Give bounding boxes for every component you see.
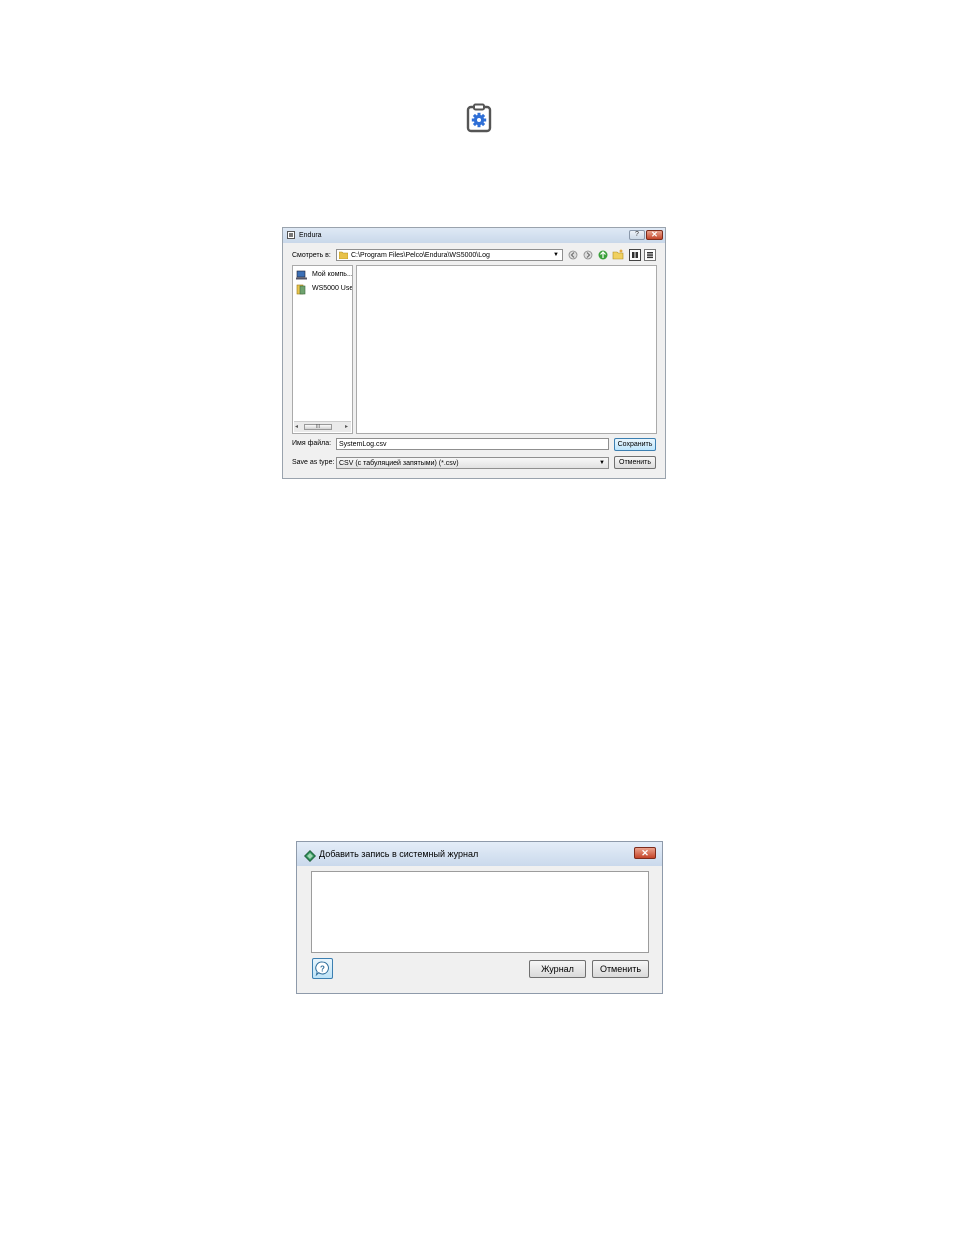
new-folder-icon[interactable] (612, 249, 624, 261)
forward-icon[interactable] (582, 249, 594, 261)
cancel-button[interactable]: Отменить (614, 456, 656, 469)
help-icon: ? (315, 961, 330, 981)
save-file-dialog: Endura ? ✕ Смотреть в: C:\Program Files\… (282, 227, 666, 479)
sidebar-item-label: WS5000 Use (312, 285, 353, 292)
horizontal-scrollbar[interactable]: ◂ III ▸ (294, 421, 351, 432)
dialog-title: Добавить запись в системный журнал (319, 849, 479, 859)
look-in-label: Смотреть в: (292, 252, 331, 259)
cancel-button[interactable]: Отменить (592, 960, 649, 978)
file-list-pane[interactable] (356, 265, 657, 434)
journal-button[interactable]: Журнал (529, 960, 586, 978)
chevron-down-icon: ▼ (599, 460, 605, 466)
save-as-type-value: CSV (с табуляцией запятыми) (*.csv) (339, 460, 459, 467)
scroll-left-icon[interactable]: ◂ (295, 422, 298, 432)
details-view-icon[interactable] (644, 249, 656, 261)
close-button[interactable]: ✕ (646, 230, 663, 240)
sidebar-item-my-computer[interactable]: Мой компь... (296, 269, 353, 281)
look-in-path: C:\Program Files\Pelco\Endura\WS5000\Log (351, 252, 490, 259)
up-folder-icon[interactable] (597, 249, 609, 261)
folder-icon (338, 251, 349, 260)
title-bar: Добавить запись в системный журнал ✕ (297, 842, 662, 866)
sidebar-item-user[interactable]: WS5000 Use (296, 283, 353, 295)
chevron-down-icon: ▼ (553, 252, 559, 258)
computer-icon (296, 270, 307, 280)
help-button[interactable]: ? (312, 958, 333, 979)
app-icon (287, 231, 295, 239)
add-log-entry-dialog: Добавить запись в системный журнал ✕ ? Ж… (296, 841, 663, 994)
save-button[interactable]: Сохранить (614, 438, 656, 451)
log-entry-textarea[interactable] (311, 871, 649, 953)
places-sidebar[interactable]: Мой компь... WS5000 Use ◂ III ▸ (292, 265, 353, 434)
file-name-label: Имя файла: (292, 440, 332, 447)
close-button[interactable]: ✕ (634, 847, 656, 859)
title-bar: Endura ? ✕ (283, 228, 665, 243)
user-folder-icon (296, 284, 307, 295)
back-icon[interactable] (567, 249, 579, 261)
scroll-thumb[interactable]: III (304, 424, 332, 430)
list-view-icon[interactable] (629, 249, 641, 261)
scroll-right-icon[interactable]: ▸ (345, 422, 348, 432)
save-as-type-dropdown[interactable]: CSV (с табуляцией запятыми) (*.csv) ▼ (336, 457, 609, 469)
look-in-dropdown[interactable]: C:\Program Files\Pelco\Endura\WS5000\Log… (336, 249, 563, 261)
app-diamond-icon (304, 849, 316, 862)
dialog-title: Endura (299, 232, 322, 239)
clipboard-gear-icon (465, 103, 493, 133)
sidebar-item-label: Мой компь... (312, 271, 353, 278)
svg-text:?: ? (320, 965, 325, 974)
save-as-type-label: Save as type: (292, 459, 335, 466)
file-name-input[interactable] (336, 438, 609, 450)
help-button[interactable]: ? (629, 230, 645, 240)
